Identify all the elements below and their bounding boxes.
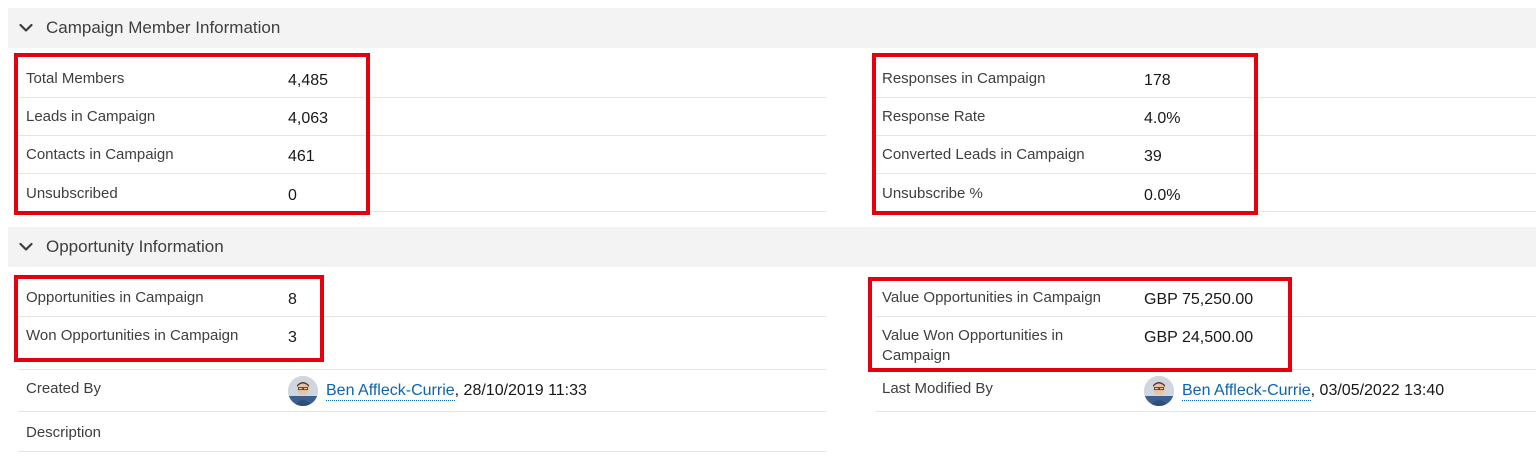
field-label: Response Rate [882,108,986,125]
field-label-line1: Value Won Opportunities in [882,327,1064,344]
field-label: Unsubscribed [26,185,118,202]
field-label: Leads in Campaign [26,108,156,125]
field-label: Total Members [26,70,125,87]
field-label: Won Opportunities in Campaign [26,327,239,344]
field-label: Last Modified By [882,380,993,397]
field-value: 0 [288,187,297,204]
field-value: 4,063 [288,110,329,127]
field-label: Contacts in Campaign [26,146,174,163]
field-label: Value Opportunities in Campaign [882,289,1102,306]
field-row: Contacts in Campaign 461 [18,136,826,174]
field-value: 39 [1144,148,1162,165]
created-by-timestamp: , 28/10/2019 11:33 [454,382,587,399]
field-value: 0.0% [1144,187,1181,204]
field-label-line2: Campaign [882,347,951,364]
created-by-user-link[interactable]: Ben Affleck-Currie [326,382,455,401]
field-value: 178 [1144,72,1171,89]
avatar[interactable] [288,376,318,406]
field-row: Responses in Campaign 178 [876,60,1536,98]
field-row: Value Won Opportunities in Campaign GBP … [876,317,1536,370]
chevron-down-icon [8,242,44,252]
field-value: GBP 75,250.00 [1144,291,1254,308]
field-label: Converted Leads in Campaign [882,146,1085,163]
field-row: Won Opportunities in Campaign 3 [18,317,826,370]
campaign-member-section-header[interactable]: Campaign Member Information [8,8,1536,48]
section-title: Opportunity Information [46,237,224,256]
created-by-row: Created By Ben Affleck-Currie , 28/10/20… [18,370,826,412]
field-label: Value Won Opportunities in Campaign [882,326,1063,366]
field-row: Value Opportunities in Campaign GBP 75,2… [876,279,1536,317]
last-modified-by-timestamp: , 03/05/2022 13:40 [1310,382,1445,399]
field-row: Converted Leads in Campaign 39 [876,136,1536,174]
section-title: Campaign Member Information [46,18,281,37]
chevron-down-icon [8,23,44,33]
field-row: Total Members 4,485 [18,60,826,98]
field-value: 461 [288,148,315,165]
field-value: 8 [288,291,297,308]
avatar[interactable] [1144,376,1174,406]
field-label: Unsubscribe % [882,185,983,202]
last-modified-by-user-link[interactable]: Ben Affleck-Currie [1182,382,1311,401]
field-value: GBP 24,500.00 [1144,329,1254,346]
last-modified-by-field: Ben Affleck-Currie , 03/05/2022 13:40 [1144,376,1444,406]
field-value: 4.0% [1144,110,1181,127]
field-row: Unsubscribed 0 [18,174,826,212]
field-row: Response Rate 4.0% [876,98,1536,136]
field-value: 4,485 [288,72,329,89]
created-by-field: Ben Affleck-Currie , 28/10/2019 11:33 [288,376,587,406]
field-row: Unsubscribe % 0.0% [876,174,1536,212]
field-value: 3 [288,329,297,346]
last-modified-by-row: Last Modified By Ben Affleck-Currie , 03… [876,370,1536,412]
field-label: Responses in Campaign [882,70,1046,87]
field-label: Description [26,424,102,441]
field-row: Opportunities in Campaign 8 [18,279,826,317]
description-row: Description [18,412,826,452]
field-label: Created By [26,380,102,397]
opportunity-section-header[interactable]: Opportunity Information [8,227,1536,267]
field-row: Leads in Campaign 4,063 [18,98,826,136]
field-label: Opportunities in Campaign [26,289,204,306]
